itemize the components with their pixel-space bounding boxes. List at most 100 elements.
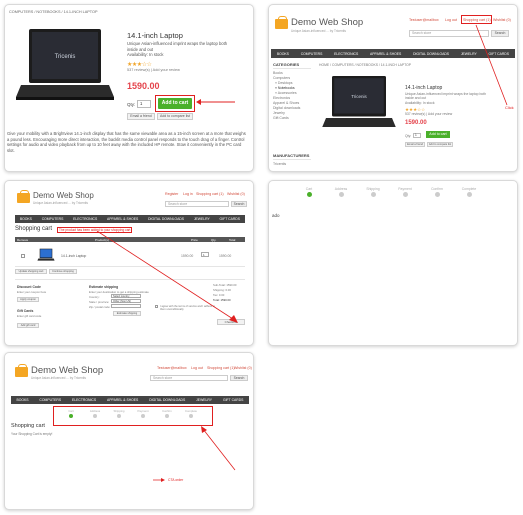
step-dot (165, 414, 169, 418)
step-address: Address (329, 187, 353, 197)
cat-electronics[interactable]: Electronics (273, 96, 290, 100)
nav-electronics[interactable]: ELECTRONICS (334, 52, 358, 56)
nav-books[interactable]: BOOKS (16, 398, 28, 402)
header-link-wishlist[interactable]: Wishlist (0) (227, 192, 245, 196)
remove-checkbox[interactable] (21, 254, 25, 258)
partial-text: ado (272, 213, 280, 218)
nav-digital[interactable]: DIGITAL DOWNLOADS (149, 398, 185, 402)
cat-accessories[interactable]: » Accessories (275, 91, 297, 95)
cat-notebooks[interactable]: » Notebooks (275, 86, 295, 90)
nav-computers[interactable]: COMPUTERS (39, 398, 61, 402)
step-cart: Cart (297, 187, 321, 197)
step-complete: Complete (457, 187, 481, 197)
rating-stars: ★★★☆☆ (127, 62, 152, 68)
search-input[interactable]: Search store (165, 201, 229, 207)
nav-gift-cards[interactable]: GIFT CARDS (220, 217, 240, 221)
cat-books[interactable]: Books (273, 71, 283, 75)
search-input[interactable]: Search store (150, 375, 228, 381)
checkout-steps-panel: Cart Address Shipping Payment Confirm Co… (268, 180, 518, 346)
search-button[interactable]: Search (230, 375, 248, 381)
qty-input[interactable]: 1 (137, 100, 151, 108)
cart-logo-icon (275, 16, 288, 29)
site-logo[interactable]: Demo Web Shop (291, 17, 363, 28)
step-payment: Payment (133, 409, 153, 418)
laptop-logo-text: Tricenis (55, 54, 76, 60)
header-link-cart[interactable]: Shopping cart (1) (207, 366, 235, 370)
add-to-cart-button[interactable]: Add to cart (426, 131, 450, 138)
discount-title: Discount Code (17, 285, 41, 289)
cat-desktops[interactable]: » Desktops (275, 81, 293, 85)
product-detail-panel: COMPUTERS / NOTEBOOKS / 14.1-INCH LAPTOP… (4, 4, 254, 172)
header-link-cart[interactable]: Shopping cart (1) (196, 192, 224, 196)
nav-books[interactable]: BOOKS (277, 52, 289, 56)
breadcrumb: COMPUTERS / NOTEBOOKS / 14.1-INCH LAPTOP (9, 10, 98, 14)
step-label: Address (89, 409, 101, 413)
header-link-account[interactable]: Testuser@mailbox (157, 366, 187, 370)
step-label: Shipping (366, 187, 380, 191)
nav-jewelry[interactable]: JEWELRY (196, 398, 212, 402)
header-link-login[interactable]: Log in (183, 192, 193, 196)
product-price: 1590.00 (127, 81, 160, 91)
product-availability: Availability: In stock (405, 101, 435, 105)
header-link-logout[interactable]: Log out (445, 18, 457, 22)
manufacturer-tricentis[interactable]: Tricentis (273, 162, 286, 166)
header-link-wishlist[interactable]: Wishlist (0) (493, 18, 511, 22)
apply-coupon-button[interactable]: Apply coupon (17, 297, 39, 302)
nav-books[interactable]: BOOKS (20, 217, 32, 221)
update-cart-button[interactable]: Update shopping cart (15, 269, 47, 274)
product-availability: Availability: In stock (127, 52, 164, 57)
cart-item-name[interactable]: 14.1-inch Laptop (61, 254, 86, 258)
nav-gift-cards[interactable]: GIFT CARDS (223, 398, 243, 402)
cat-apparel[interactable]: Apparel & Shoes (273, 101, 299, 105)
nav-apparel[interactable]: APPAREL & SHOES (370, 52, 401, 56)
cat-jewelry[interactable]: Jewelry (273, 111, 285, 115)
nav-electronics[interactable]: ELECTRONICS (72, 398, 96, 402)
step-dot (141, 414, 145, 418)
step-dot (466, 192, 472, 197)
gift-sub: Enter gift card code (17, 314, 42, 318)
email-friend-button[interactable]: Email a friend (127, 113, 155, 120)
header-link-wishlist[interactable]: Wishlist (0) (234, 366, 252, 370)
continue-shopping-button[interactable]: Continue shopping (49, 269, 77, 274)
search-button[interactable]: Search (231, 201, 247, 207)
compare-button[interactable]: Add to compare list (157, 113, 193, 120)
th-remove: Remove (17, 237, 29, 242)
laptop-logo-text: Tricenis (351, 94, 367, 99)
cat-computers[interactable]: Computers (273, 76, 290, 80)
header-link-register[interactable]: Register (165, 192, 178, 196)
nav-computers[interactable]: COMPUTERS (42, 217, 64, 221)
page-title: Shopping cart (15, 226, 53, 232)
compare-button[interactable]: Add to compare list (427, 142, 453, 147)
site-tagline: Unique Asian-influenced ... by Tricentis (33, 201, 88, 205)
header-link-logout[interactable]: Log out (191, 366, 203, 370)
step-dot (434, 192, 440, 197)
step-label: Shipping (113, 409, 125, 413)
site-logo[interactable]: Demo Web Shop (31, 365, 103, 376)
header-link-account[interactable]: Testuser@mailbox (409, 18, 439, 22)
nav-apparel[interactable]: APPAREL & SHOES (107, 217, 138, 221)
cat-digital[interactable]: Digital downloads (273, 106, 300, 110)
nav-jewelry[interactable]: JEWELRY (194, 217, 210, 221)
product-page-panel: Demo Web Shop Unique Asian-influenced ..… (268, 4, 518, 172)
email-friend-button[interactable]: Email a friend (405, 142, 425, 147)
site-tagline: Unique Asian-influenced ... by Tricentis (31, 376, 86, 380)
step-label: Cart (68, 409, 74, 413)
review-links[interactable]: 537 review(s) | Add your review (405, 112, 452, 116)
cat-gift-cards[interactable]: Gift Cards (273, 116, 289, 120)
nav-digital[interactable]: DIGITAL DOWNLOADS (148, 217, 184, 221)
empty-cart-message: Your Shopping Cart is empty! (11, 432, 53, 436)
product-description: Unique Asian-influenced imprint wraps th… (127, 41, 237, 58)
nav-digital[interactable]: DIGITAL DOWNLOADS (413, 52, 449, 56)
add-gift-card-button[interactable]: Add gift card (17, 323, 39, 328)
site-logo[interactable]: Demo Web Shop (33, 191, 94, 200)
step-dot (117, 414, 121, 418)
annotation-arrow (475, 24, 508, 106)
step-shipping: Shipping (361, 187, 385, 197)
step-dot-active (306, 192, 312, 197)
qty-input[interactable]: 1 (413, 133, 421, 138)
step-label: Address (334, 187, 348, 191)
nav-computers[interactable]: COMPUTERS (301, 52, 323, 56)
nav-apparel[interactable]: APPAREL & SHOES (107, 398, 138, 402)
review-links[interactable]: 537 review(s) | Add your review (127, 68, 180, 72)
nav-electronics[interactable]: ELECTRONICS (73, 217, 97, 221)
